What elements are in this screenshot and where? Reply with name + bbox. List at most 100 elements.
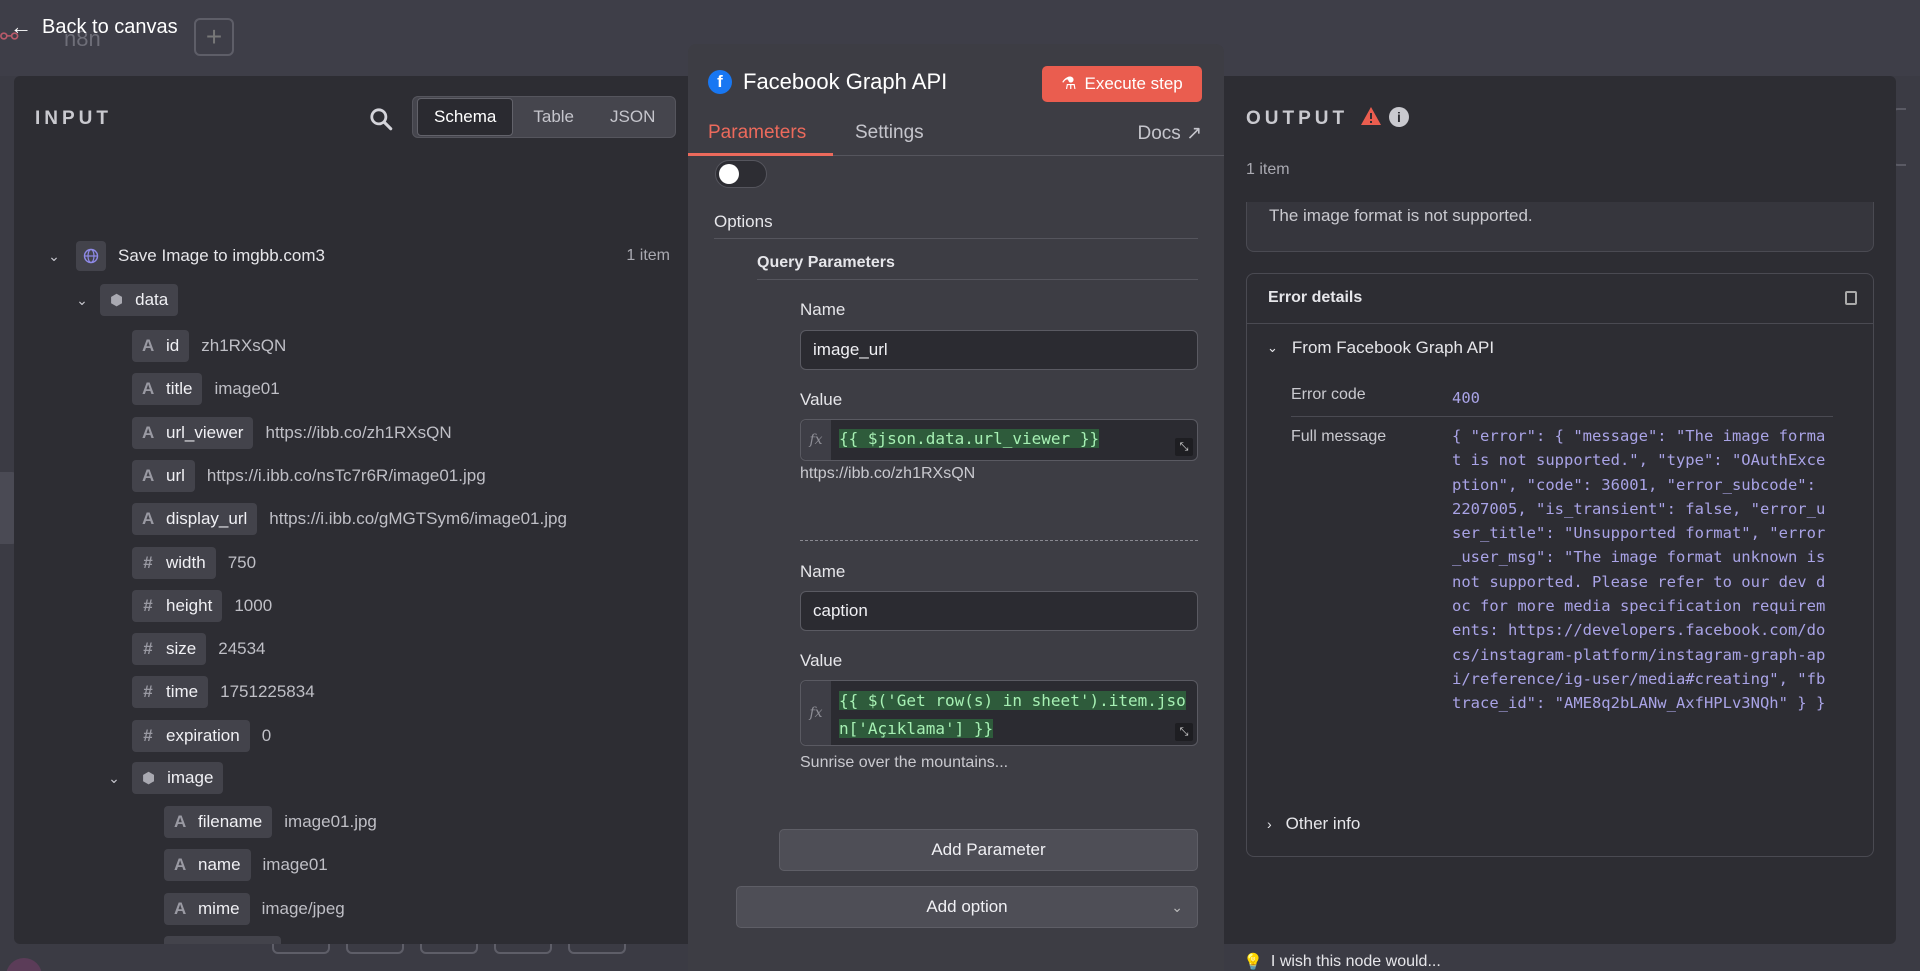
copy-icon[interactable] <box>1845 291 1857 305</box>
field-key: url <box>166 465 185 485</box>
field-pill[interactable]: # width <box>132 546 216 579</box>
field-pill[interactable]: Aurl_viewer <box>132 416 254 449</box>
field-value: image01.jpg <box>284 812 377 831</box>
field-value: https://i.ibb.co/nsTc7r6R/image01.jpg <box>206 465 486 485</box>
docs-link[interactable]: Docs ↗ <box>1138 122 1203 145</box>
error-message: The image format is not supported. <box>1269 206 1533 225</box>
chevron-down-icon[interactable]: ⌄ <box>44 248 64 265</box>
tree-node-image[interactable]: ⌄ ⬢ image <box>104 762 224 794</box>
field-value: 1751225834 <box>220 682 315 702</box>
schema-field-row[interactable]: # size 24534 <box>132 633 266 666</box>
back-to-canvas-label: Back to canvas <box>42 15 178 38</box>
field-key: display_url <box>166 509 248 529</box>
schema-field-row[interactable]: Afilename image01.jpg <box>164 806 377 838</box>
field-value: image/jpeg <box>261 898 345 918</box>
add-option-dropdown[interactable]: Add option ⌄ <box>736 886 1198 928</box>
expand-icon[interactable]: ⤡ <box>1175 438 1193 456</box>
feedback-label: I wish this node would... <box>1270 953 1441 970</box>
field-pill[interactable]: # expiration <box>132 719 250 752</box>
schema-field-row[interactable]: # time 1751225834 <box>132 676 315 709</box>
field-pill[interactable]: # time <box>132 676 209 709</box>
divider <box>714 238 1198 239</box>
chevron-down-icon[interactable]: ⌄ <box>72 292 92 309</box>
field-pill[interactable]: Afilename <box>164 806 273 838</box>
node-parameters-panel: f Facebook Graph API ⚗ Execute step Para… <box>688 44 1224 971</box>
schema-field-row[interactable]: # height 1000 <box>132 589 272 622</box>
field-key: data <box>135 290 169 309</box>
field-pill[interactable]: # size <box>132 633 207 666</box>
object-cube-icon: ⬢ <box>110 292 124 309</box>
back-to-canvas-button[interactable]: ← Back to canvas <box>10 14 178 40</box>
field-pill[interactable]: Aname <box>164 849 251 882</box>
schema-field-row[interactable]: Aextension jpg <box>164 935 315 944</box>
schema-field-row[interactable]: Atitle image01 <box>132 373 280 406</box>
object-pill: ⬢ data <box>100 284 179 316</box>
search-icon[interactable] <box>368 106 394 132</box>
error-source-toggle[interactable]: ⌄ From Facebook Graph API <box>1267 338 1494 358</box>
expand-icon[interactable]: ⤡ <box>1175 723 1193 741</box>
string-type-icon: A <box>174 855 187 875</box>
chevron-down-icon[interactable]: ⌄ <box>104 770 124 787</box>
add-option-label: Add option <box>926 897 1008 916</box>
query-parameters-label: Query Parameters <box>757 254 895 271</box>
field-pill[interactable]: Atitle <box>132 373 203 406</box>
schema-field-row[interactable]: Aid zh1RXsQN <box>132 330 286 362</box>
tab-json[interactable]: JSON <box>594 99 671 135</box>
option-toggle[interactable] <box>715 160 767 188</box>
field-pill[interactable]: # height <box>132 589 223 622</box>
warning-icon <box>1361 107 1381 125</box>
other-info-toggle[interactable]: › Other info <box>1267 814 1360 834</box>
fx-icon: fx <box>801 420 831 460</box>
schema-field-row[interactable]: Adisplay_url https://i.ibb.co/gMGTSym6/im… <box>132 503 567 536</box>
error-details-title: Error details <box>1268 289 1363 306</box>
string-type-icon: A <box>174 898 187 918</box>
tree-root-row[interactable]: ⌄ Save Image to imgbb.com3 1 item <box>44 238 688 274</box>
tab-schema[interactable]: Schema <box>417 98 514 136</box>
docs-label: Docs <box>1137 123 1181 144</box>
execute-step-button[interactable]: ⚗ Execute step <box>1042 66 1202 102</box>
string-type-icon: A <box>142 509 155 529</box>
add-parameter-button[interactable]: Add Parameter <box>779 829 1198 871</box>
field-key: time <box>166 682 199 702</box>
error-message-box: The image format is not supported. <box>1246 202 1874 252</box>
error-details-card: Error details ⌄ From Facebook Graph API … <box>1246 273 1874 857</box>
param1-preview: https://ibb.co/zh1RXsQN <box>800 465 976 482</box>
schema-field-row[interactable]: Aname image01 <box>164 849 328 882</box>
add-node-icon[interactable]: + <box>194 18 234 56</box>
globe-icon <box>76 241 106 271</box>
schema-field-row[interactable]: Aurl_viewer https://ibb.co/zh1RXsQN <box>132 416 452 449</box>
active-tab-indicator <box>688 153 833 156</box>
tab-table[interactable]: Table <box>517 99 590 135</box>
schema-field-row[interactable]: # expiration 0 <box>132 719 271 752</box>
object-pill: ⬢ image <box>132 762 224 794</box>
tree-node-data[interactable]: ⌄ ⬢ data <box>72 284 179 316</box>
param1-name-input[interactable]: image_url <box>800 330 1198 370</box>
field-pill[interactable]: Aurl <box>132 459 195 492</box>
param2-value-expression[interactable]: fx {{ $('Get row(s) in sheet').item.jso … <box>800 680 1198 746</box>
node-title[interactable]: Facebook Graph API <box>743 69 947 95</box>
param1-value-label: Value <box>800 390 843 409</box>
param2-name-input[interactable]: caption <box>800 591 1198 631</box>
feedback-link[interactable]: 💡 I wish this node would... <box>1243 952 1441 971</box>
schema-field-row[interactable]: Aurl https://i.ibb.co/nsTc7r6R/image01.jp… <box>132 459 486 492</box>
object-cube-icon: ⬢ <box>142 770 156 787</box>
expression-text: n['Açıklama'] }} <box>839 719 994 738</box>
input-title: INPUT <box>35 108 112 129</box>
external-link-icon: ↗ <box>1186 123 1202 144</box>
info-icon[interactable]: i <box>1389 107 1409 127</box>
schema-field-row[interactable]: # width 750 <box>132 546 256 579</box>
item-count: 1 item <box>626 247 670 264</box>
field-pill[interactable]: Aextension <box>164 935 281 944</box>
field-key: extension <box>198 942 271 944</box>
tab-settings[interactable]: Settings <box>855 122 924 144</box>
tab-parameters[interactable]: Parameters <box>708 122 806 144</box>
field-pill[interactable]: Adisplay_url <box>132 503 258 536</box>
schema-field-row[interactable]: Amime image/jpeg <box>164 892 345 925</box>
field-pill[interactable]: Amime <box>164 892 250 925</box>
string-type-icon: A <box>174 812 187 831</box>
field-key: expiration <box>166 725 240 745</box>
field-pill[interactable]: Aid <box>132 330 190 362</box>
string-type-icon: A <box>142 336 155 355</box>
output-item-count: 1 item <box>1246 161 1290 178</box>
param1-value-expression[interactable]: fx {{ $json.data.url_viewer }} ⤡ <box>800 419 1198 461</box>
